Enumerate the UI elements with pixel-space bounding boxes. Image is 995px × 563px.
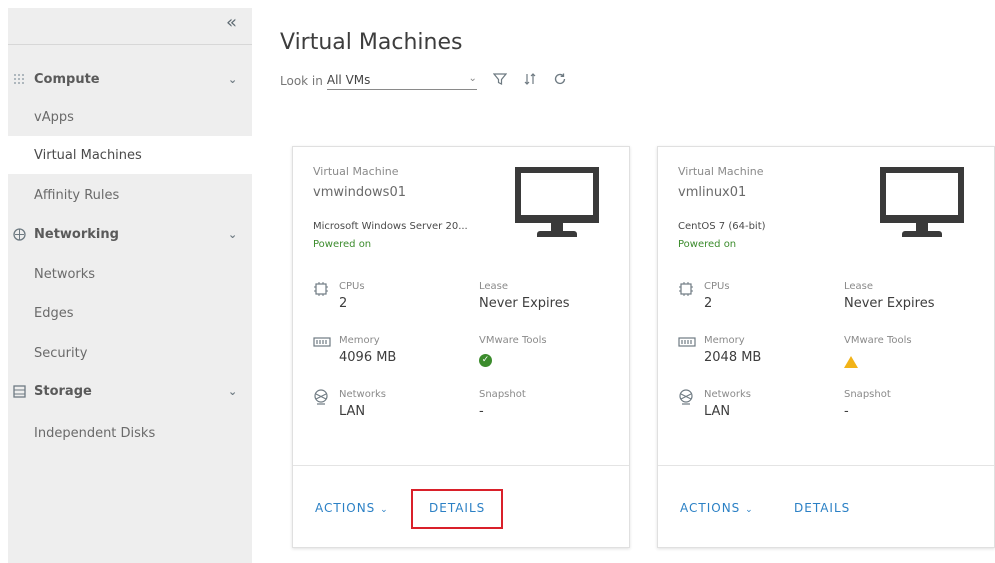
vm-card-vmlinux01[interactable]: Virtual Machine vmlinux01 CentOS 7 (64-b… <box>657 146 995 548</box>
cpus-value: 2 <box>339 296 348 311</box>
sidebar-item-security[interactable]: Security <box>8 334 252 372</box>
divider <box>293 465 629 466</box>
look-in-value: All VMs <box>326 72 371 87</box>
nav-group-compute[interactable]: Compute ⌄ <box>8 60 252 98</box>
vm-card-vmwindows01[interactable]: Virtual Machine vmwindows01 Microsoft Wi… <box>292 146 630 548</box>
snapshot-value: - <box>844 404 849 419</box>
nav-group-storage[interactable]: Storage ⌄ <box>8 372 252 410</box>
vm-os: CentOS 7 (64-bit) <box>678 221 766 232</box>
actions-label: ACTIONS <box>315 501 376 515</box>
memory-property: Memory 4096 MB <box>313 335 396 365</box>
power-status: Powered on <box>313 239 372 250</box>
cpus-property: CPUs 2 <box>678 281 730 311</box>
network-icon <box>313 389 331 407</box>
sidebar-item-edges[interactable]: Edges <box>8 294 252 332</box>
monitor-icon <box>515 167 599 245</box>
compute-grid-icon <box>12 72 26 86</box>
card-type-label: Virtual Machine <box>678 165 764 178</box>
sort-icon[interactable] <box>523 72 537 90</box>
networks-label: Networks <box>704 389 751 400</box>
snapshot-label: Snapshot <box>479 389 526 400</box>
memory-value: 4096 MB <box>339 350 397 365</box>
cpu-icon <box>678 281 696 299</box>
network-icon <box>12 227 26 241</box>
vm-name: vmlinux01 <box>678 185 747 200</box>
chevron-down-icon: ⌄ <box>468 72 477 84</box>
warning-icon <box>844 356 858 368</box>
nav-group-networking[interactable]: Networking ⌄ <box>8 215 252 253</box>
actions-button[interactable]: ACTIONS ⌄ <box>315 501 389 515</box>
memory-label: Memory <box>704 335 745 346</box>
vmware-tools-property: VMware Tools ✓ <box>479 335 547 367</box>
look-in-filter: Look in All VMs ⌄ <box>280 72 567 90</box>
cpu-icon <box>313 281 331 299</box>
storage-icon <box>12 384 26 398</box>
actions-label: ACTIONS <box>680 501 741 515</box>
lease-value: Never Expires <box>844 296 935 311</box>
vm-os: Microsoft Windows Server 20... <box>313 221 468 232</box>
chevron-down-icon: ⌄ <box>228 384 238 398</box>
divider <box>658 465 994 466</box>
networks-value: LAN <box>339 404 366 419</box>
main-content: Virtual Machines Look in All VMs ⌄ Virtu… <box>252 0 995 563</box>
cpus-property: CPUs 2 <box>313 281 365 311</box>
lease-property: Lease Never Expires <box>844 281 935 311</box>
memory-icon <box>313 335 331 353</box>
cpus-label: CPUs <box>339 281 365 292</box>
vmware-tools-property: VMware Tools <box>844 335 912 372</box>
sidebar-item-independent-disks[interactable]: Independent Disks <box>8 414 252 452</box>
nav-group-label: Storage <box>34 383 92 399</box>
actions-button[interactable]: ACTIONS ⌄ <box>680 501 754 515</box>
vmware-tools-label: VMware Tools <box>479 335 547 346</box>
highlight-box <box>411 489 503 529</box>
memory-value: 2048 MB <box>704 350 762 365</box>
nav-group-label: Networking <box>34 226 119 242</box>
page-title: Virtual Machines <box>280 30 463 55</box>
sidebar-item-affinity-rules[interactable]: Affinity Rules <box>8 176 252 214</box>
divider <box>8 44 252 45</box>
vmware-tools-label: VMware Tools <box>844 335 912 346</box>
snapshot-value: - <box>479 404 484 419</box>
sidebar-item-networks[interactable]: Networks <box>8 255 252 293</box>
memory-icon <box>678 335 696 353</box>
look-in-label: Look in <box>280 74 323 88</box>
memory-label: Memory <box>339 335 380 346</box>
networks-property: Networks LAN <box>313 389 386 419</box>
chevron-down-icon: ⌄ <box>380 505 389 515</box>
sidebar-item-vapps[interactable]: vApps <box>8 98 252 136</box>
check-circle-icon: ✓ <box>479 354 492 367</box>
sidebar: « Compute ⌄ vApps Virtual Machines Affin… <box>8 8 252 563</box>
card-type-label: Virtual Machine <box>313 165 399 178</box>
networks-label: Networks <box>339 389 386 400</box>
network-icon <box>678 389 696 407</box>
nav-group-label: Compute <box>34 71 100 87</box>
snapshot-property: Snapshot - <box>479 389 526 419</box>
memory-property: Memory 2048 MB <box>678 335 761 365</box>
chevron-down-icon: ⌄ <box>228 227 238 241</box>
networks-value: LAN <box>704 404 731 419</box>
snapshot-label: Snapshot <box>844 389 891 400</box>
look-in-select[interactable]: All VMs ⌄ <box>326 72 477 90</box>
snapshot-property: Snapshot - <box>844 389 891 419</box>
cpus-value: 2 <box>704 296 713 311</box>
chevron-down-icon: ⌄ <box>745 505 754 515</box>
power-status: Powered on <box>678 239 737 250</box>
refresh-icon[interactable] <box>553 72 567 90</box>
details-button[interactable]: DETAILS <box>794 501 850 515</box>
lease-property: Lease Never Expires <box>479 281 570 311</box>
lease-value: Never Expires <box>479 296 570 311</box>
double-chevron-left-icon[interactable]: « <box>226 12 237 33</box>
vm-name: vmwindows01 <box>313 185 406 200</box>
chevron-down-icon: ⌄ <box>228 72 238 86</box>
lease-label: Lease <box>479 281 509 292</box>
monitor-icon <box>880 167 964 245</box>
cpus-label: CPUs <box>704 281 730 292</box>
sidebar-item-virtual-machines[interactable]: Virtual Machines <box>8 136 252 174</box>
networks-property: Networks LAN <box>678 389 751 419</box>
lease-label: Lease <box>844 281 874 292</box>
filter-icon[interactable] <box>492 72 508 90</box>
